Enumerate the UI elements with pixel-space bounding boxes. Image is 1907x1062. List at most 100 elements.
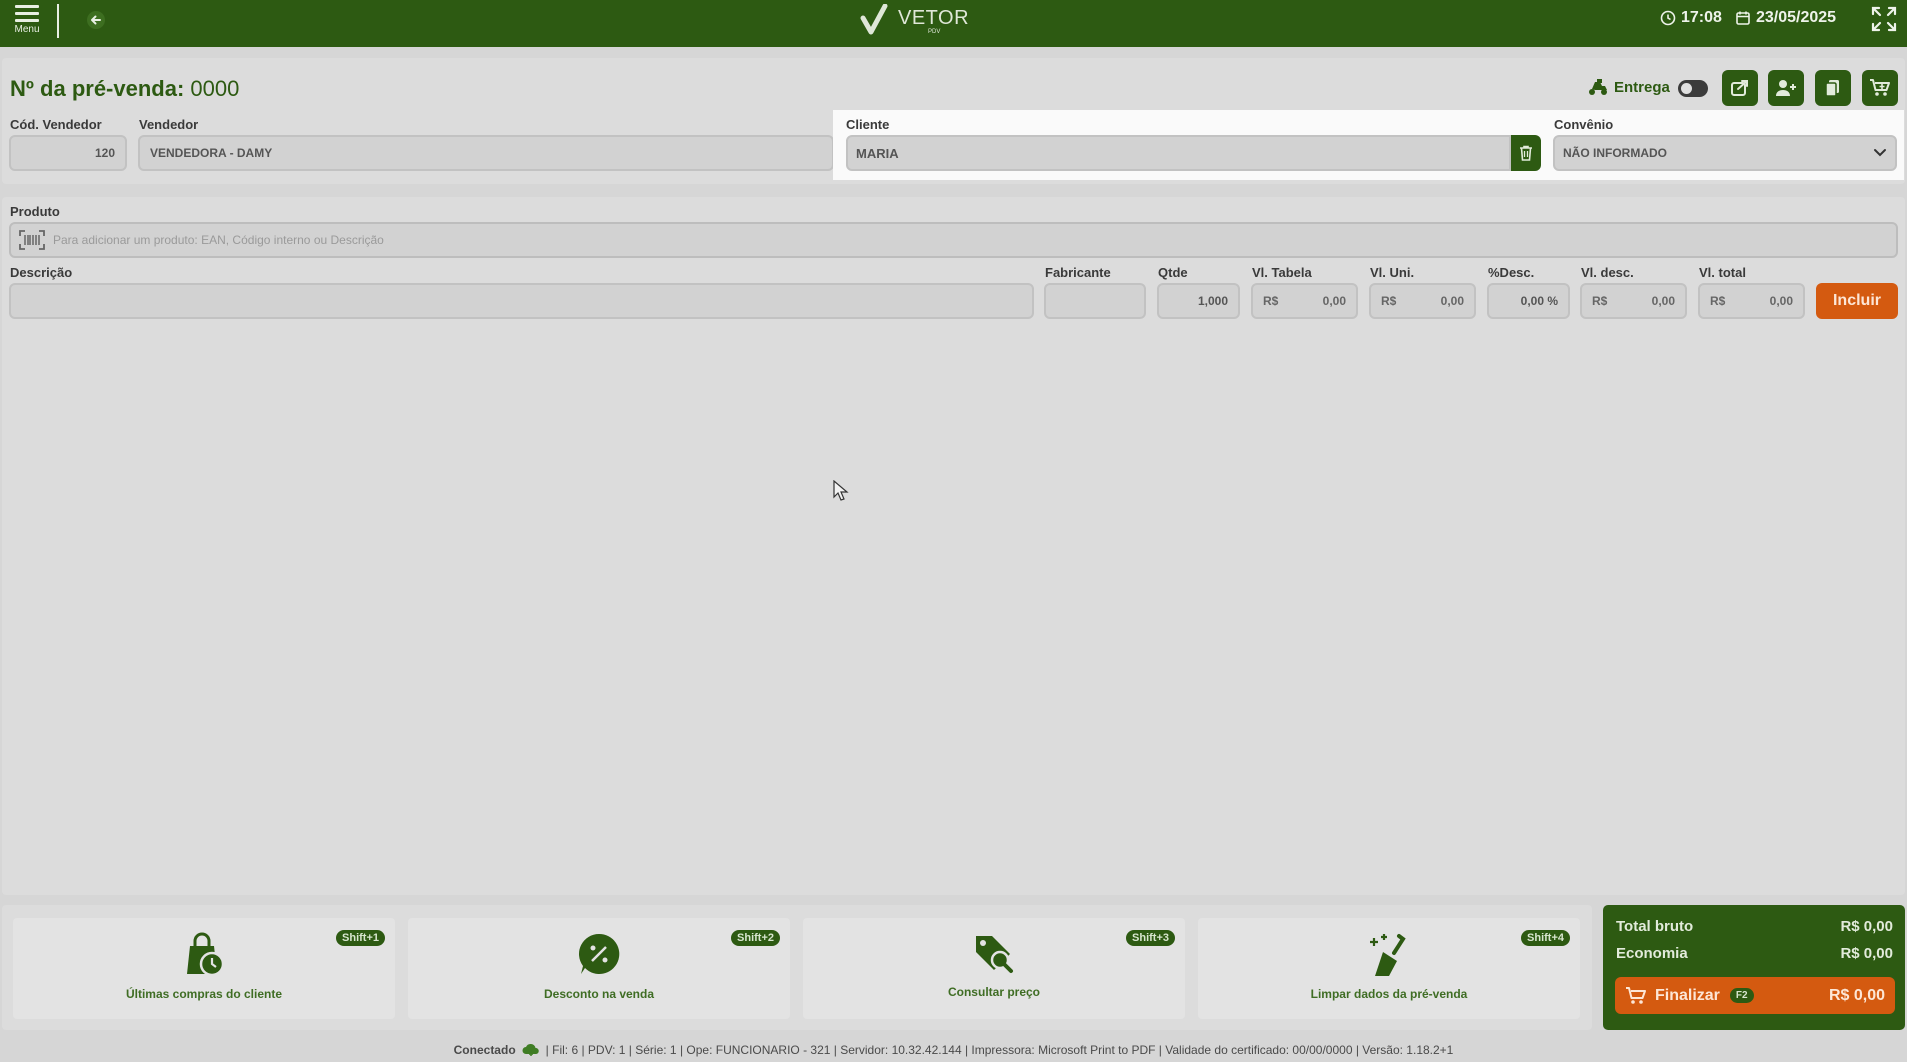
finalizar-shortcut-badge: F2 <box>1729 988 1754 1003</box>
add-user-button[interactable] <box>1768 70 1804 106</box>
cloud-connected-icon <box>522 1043 539 1056</box>
vendedor-value: VENDEDORA - DAMY <box>150 146 273 160</box>
incluir-button[interactable]: Incluir <box>1816 283 1898 319</box>
desc-pct-value: 0,00 % <box>1520 294 1558 308</box>
clock-time: 17:08 <box>1681 9 1722 26</box>
fabricante-label: Fabricante <box>1045 265 1111 280</box>
cod-vendedor-field[interactable]: 120 <box>9 135 127 171</box>
logo-text: VETOR <box>898 6 970 29</box>
vl-total-field[interactable]: R$ 0,00 <box>1698 283 1805 319</box>
share-button[interactable] <box>1722 70 1758 106</box>
cart-icon <box>1870 79 1890 96</box>
entrega-toggle[interactable] <box>1678 80 1708 97</box>
vl-tabela-field[interactable]: R$ 0,00 <box>1251 283 1358 319</box>
shopping-bag-clock-icon <box>187 932 225 977</box>
page-title: Nº da pré-venda: 0000 <box>10 76 239 102</box>
action-label: Desconto na venda <box>543 987 655 1001</box>
menu-button[interactable]: Menu <box>10 2 44 42</box>
fabricante-field[interactable] <box>1044 283 1146 319</box>
remove-client-button[interactable] <box>1511 135 1541 171</box>
entrega-label-group: Entrega <box>1588 78 1670 96</box>
descricao-label: Descrição <box>10 265 73 280</box>
title-label: Nº da pré-venda: <box>10 76 185 101</box>
date-display: 23/05/2025 <box>1735 9 1836 27</box>
vl-desc-value: 0,00 <box>1651 294 1675 308</box>
status-details: | Fil: 6 | PDV: 1 | Série: 1 | Ope: FUNC… <box>545 1043 1454 1057</box>
cart-add-button[interactable] <box>1862 70 1898 106</box>
limpar-dados-button[interactable]: Shift+4 Limpar dados da pré-venda <box>1198 918 1580 1019</box>
add-user-icon <box>1776 80 1796 96</box>
total-bruto-label: Total bruto <box>1616 918 1694 935</box>
total-bruto-value: R$ 0,00 <box>1840 918 1893 935</box>
cod-vendedor-value: 120 <box>94 146 115 160</box>
back-button[interactable] <box>82 6 110 34</box>
entrega-label: Entrega <box>1614 78 1670 96</box>
vl-desc-label: Vl. desc. <box>1581 265 1634 280</box>
desconto-venda-button[interactable]: Shift+2 Desconto na venda <box>408 918 790 1019</box>
finalizar-value: R$ 0,00 <box>1828 986 1885 1004</box>
vl-uni-field[interactable]: R$ 0,00 <box>1369 283 1476 319</box>
copy-icon <box>1825 80 1839 97</box>
economia-value: R$ 0,00 <box>1840 945 1893 962</box>
discount-badge-icon <box>579 933 620 974</box>
copy-button[interactable] <box>1815 70 1851 106</box>
vl-total-currency: R$ <box>1710 294 1726 308</box>
vl-total-value: 0,00 <box>1769 294 1793 308</box>
connection-status: Conectado <box>453 1043 516 1057</box>
top-bar: Menu VETOR PDV 17:08 23/05/2025 <box>0 0 1907 47</box>
fullscreen-icon <box>1871 6 1897 32</box>
product-search-input[interactable]: Para adicionar um produto: EAN, Código i… <box>9 222 1898 258</box>
qtde-field[interactable]: 1,000 <box>1157 283 1240 319</box>
desc-pct-label: %Desc. <box>1488 265 1535 280</box>
action-label: Últimas compras do cliente <box>125 987 283 1001</box>
cliente-label: Cliente <box>846 117 890 132</box>
arrow-left-icon <box>87 11 105 29</box>
price-tag-search-icon <box>976 936 1013 973</box>
finalizar-button[interactable]: Finalizar F2 R$ 0,00 <box>1615 977 1895 1014</box>
vl-tabela-value: 0,00 <box>1322 294 1346 308</box>
barcode-scanner-icon <box>19 230 45 250</box>
top-divider <box>57 4 59 38</box>
clock: 17:08 <box>1660 9 1722 27</box>
economia-row: Economia R$ 0,00 <box>1616 945 1893 962</box>
action-label: Limpar dados da pré-venda <box>1310 987 1468 1001</box>
chevron-down-icon <box>1874 149 1886 157</box>
consultar-preco-button[interactable]: Shift+3 Consultar preço <box>803 918 1185 1019</box>
trash-icon <box>1520 145 1532 161</box>
produto-label: Produto <box>10 204 60 219</box>
vl-tabela-label: Vl. Tabela <box>1252 265 1312 280</box>
mouse-cursor-icon <box>833 480 849 501</box>
finalizar-label: Finalizar <box>1655 986 1720 1004</box>
logo-subtext: PDV <box>928 28 941 35</box>
logo-v-icon <box>860 4 888 35</box>
shortcut-badge: Shift+2 <box>731 930 780 946</box>
descricao-field[interactable] <box>9 283 1034 319</box>
desc-pct-field[interactable]: 0,00 % <box>1487 283 1570 319</box>
ultimas-compras-button[interactable]: Shift+1 Últimas compras do cliente <box>13 918 395 1019</box>
vl-uni-label: Vl. Uni. <box>1370 265 1415 280</box>
cliente-value: MARIA <box>856 145 899 161</box>
calendar-icon <box>1736 11 1750 25</box>
cart-icon <box>1626 986 1646 1004</box>
shortcut-badge: Shift+3 <box>1126 930 1175 946</box>
fullscreen-button[interactable] <box>1870 5 1898 33</box>
vendedor-field[interactable]: VENDEDORA - DAMY <box>138 135 834 171</box>
vl-desc-currency: R$ <box>1592 294 1608 308</box>
shortcut-badge: Shift+1 <box>336 930 385 946</box>
convenio-select[interactable]: NÃO INFORMADO <box>1553 135 1897 171</box>
share-icon <box>1731 80 1748 96</box>
date-text: 23/05/2025 <box>1756 9 1837 26</box>
qtde-value: 1,000 <box>1197 294 1228 308</box>
qtde-label: Qtde <box>1158 265 1188 280</box>
vl-desc-field[interactable]: R$ 0,00 <box>1580 283 1687 319</box>
shortcut-badge: Shift+4 <box>1521 930 1570 946</box>
hamburger-icon <box>15 5 39 26</box>
cliente-input[interactable]: MARIA <box>846 135 1511 171</box>
pre-sale-number: 0000 <box>190 76 240 101</box>
broom-sparkle-icon <box>1370 934 1406 976</box>
vl-uni-currency: R$ <box>1381 294 1397 308</box>
action-label: Consultar preço <box>947 985 1040 999</box>
total-bruto-row: Total bruto R$ 0,00 <box>1616 918 1893 935</box>
menu-label: Menu <box>14 24 40 35</box>
vendedor-label: Vendedor <box>139 117 199 132</box>
